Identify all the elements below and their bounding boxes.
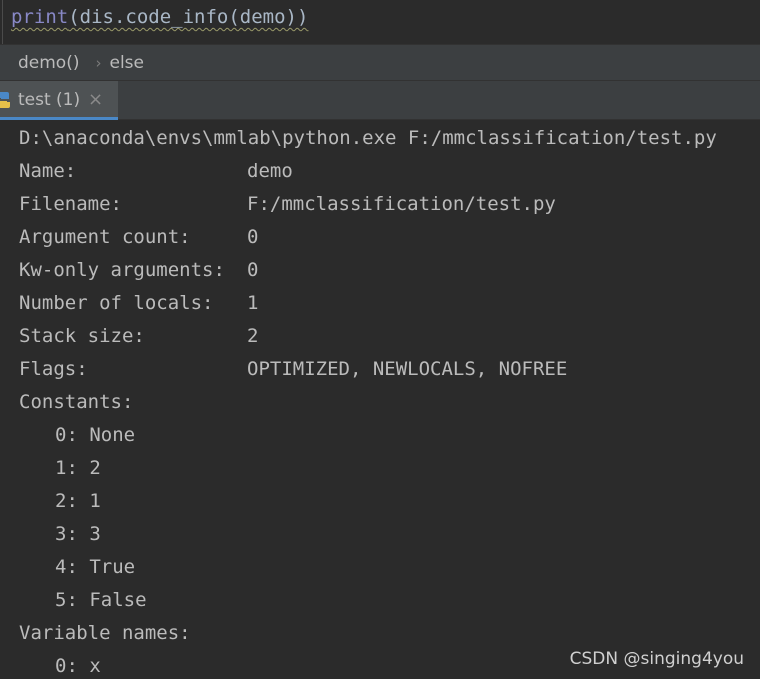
field-value: demo [247, 160, 293, 182]
constants-header: Constants: [19, 391, 134, 413]
field-value: F:/mmclassification/test.py [247, 193, 556, 215]
varnames-header: Variable names: [19, 622, 191, 644]
console-field-row: Stack size: 2 [19, 324, 258, 348]
run-tab-bar: test (1) × [0, 80, 760, 120]
code-arguments: (dis.code_info(demo)) [68, 6, 309, 28]
field-label: Flags: [19, 358, 88, 380]
field-value: 2 [247, 325, 259, 347]
close-icon[interactable]: × [88, 89, 103, 110]
field-value: 0 [247, 226, 259, 248]
tab-test-1[interactable]: test (1) × [0, 81, 118, 120]
field-value: 1 [247, 292, 259, 314]
breadcrumb: demo() › else [0, 44, 760, 81]
constant-entry: 0: None [55, 424, 136, 446]
constant-entry: 2: 1 [55, 490, 101, 512]
code-editor[interactable]: print(dis.code_info(demo)) [0, 0, 760, 44]
code-function-name: print [11, 6, 69, 28]
field-label: Number of locals: [19, 292, 214, 314]
breadcrumb-item-demo[interactable]: demo() [0, 53, 79, 73]
field-label: Name: [19, 160, 77, 182]
constant-entry: 5: False [55, 589, 147, 611]
run-console[interactable]: D:\anaconda\envs\mmlab\python.exe F:/mmc… [0, 120, 760, 679]
console-field-row: Filename: F:/mmclassification/test.py [19, 192, 556, 216]
chevron-right-icon: › [95, 54, 102, 72]
watermark: CSDN @singing4you [569, 649, 744, 669]
constant-entry: 1: 2 [55, 457, 101, 479]
gutter-divider [2, 0, 3, 44]
field-label: Argument count: [19, 226, 191, 248]
python-icon [0, 92, 10, 108]
console-field-row: Argument count: 0 [19, 225, 258, 249]
breadcrumb-item-else[interactable]: else [109, 53, 144, 73]
field-label: Stack size: [19, 325, 145, 347]
varname-entry: 0: x [55, 655, 101, 677]
console-field-row: Number of locals: 1 [19, 291, 258, 315]
tab-label: test (1) [18, 90, 81, 110]
code-line[interactable]: print(dis.code_info(demo)) [11, 4, 308, 30]
console-field-row: Flags: OPTIMIZED, NEWLOCALS, NOFREE [19, 357, 567, 381]
console-command-line: D:\anaconda\envs\mmlab\python.exe F:/mmc… [19, 127, 717, 149]
field-value: OPTIMIZED, NEWLOCALS, NOFREE [247, 358, 568, 380]
field-label: Filename: [19, 193, 122, 215]
field-label: Kw-only arguments: [19, 259, 225, 281]
console-field-row: Name: demo [19, 159, 293, 183]
constant-entry: 4: True [55, 556, 136, 578]
constant-entry: 3: 3 [55, 523, 101, 545]
field-value: 0 [247, 259, 259, 281]
console-field-row: Kw-only arguments: 0 [19, 258, 258, 282]
